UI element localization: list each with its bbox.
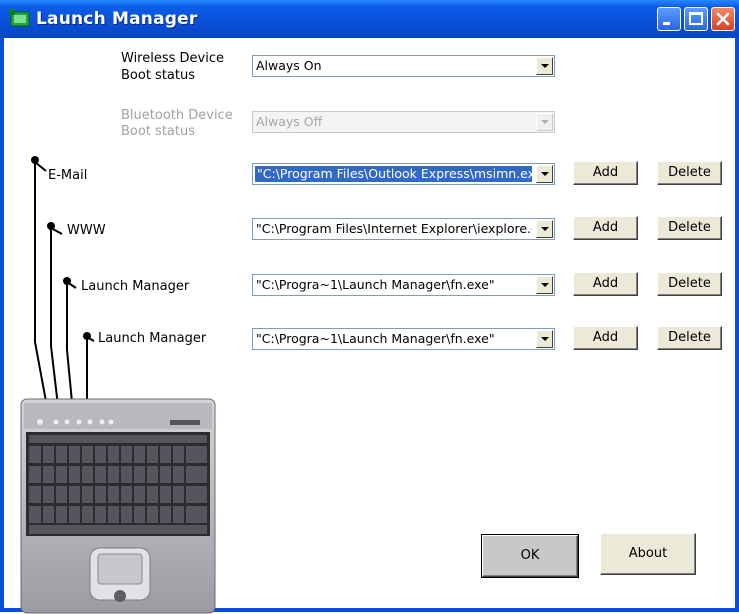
bluetooth-dropdown-button bbox=[536, 113, 553, 131]
key4-label: Launch Manager bbox=[98, 331, 207, 346]
bluetooth-label-line1: Bluetooth Device bbox=[121, 108, 233, 123]
wireless-label-line2: Boot status bbox=[121, 68, 196, 83]
dropdown-arrow-icon bbox=[541, 337, 549, 341]
maximize-button[interactable] bbox=[684, 7, 708, 31]
bluetooth-label-line2: Boot status bbox=[121, 124, 196, 139]
key2-label: WWW bbox=[67, 223, 106, 238]
wireless-dropdown-button[interactable] bbox=[536, 57, 553, 75]
launch-manager-app-icon bbox=[9, 9, 30, 27]
dropdown-arrow-icon bbox=[541, 172, 549, 176]
about-button[interactable]: About bbox=[600, 533, 696, 575]
key4-add-button[interactable]: Add bbox=[573, 326, 638, 350]
key4-path-value: "C:\Progra~1\Launch Manager\fn.exe" bbox=[256, 331, 495, 346]
key1-dropdown-button[interactable] bbox=[536, 165, 553, 183]
key1-path-select[interactable]: "C:\Program Files\Outlook Express\msimn.… bbox=[252, 163, 555, 185]
laptop-keyboard-image bbox=[20, 398, 216, 614]
wireless-label-line1: Wireless Device bbox=[121, 51, 224, 66]
dropdown-arrow-icon bbox=[541, 64, 549, 68]
bluetooth-status-select: Always Off bbox=[252, 111, 555, 133]
key1-path-value: "C:\Program Files\Outlook Express\msimn.… bbox=[255, 166, 532, 182]
maximize-icon bbox=[689, 12, 703, 25]
title-bar[interactable]: Launch Manager bbox=[0, 0, 739, 38]
wireless-status-value: Always On bbox=[256, 58, 322, 73]
key4-delete-button[interactable]: Delete bbox=[657, 326, 722, 350]
key3-delete-button[interactable]: Delete bbox=[657, 272, 722, 296]
wireless-status-select[interactable]: Always On bbox=[252, 55, 555, 77]
key2-path-value: "C:\Program Files\Internet Explorer\iexp… bbox=[256, 221, 532, 236]
key2-path-select[interactable]: "C:\Program Files\Internet Explorer\iexp… bbox=[252, 218, 555, 240]
minimize-icon bbox=[663, 22, 670, 25]
dropdown-arrow-icon bbox=[541, 227, 549, 231]
ok-button[interactable]: OK bbox=[481, 534, 579, 578]
key3-add-button[interactable]: Add bbox=[573, 272, 638, 296]
key3-path-select[interactable]: "C:\Progra~1\Launch Manager\fn.exe" bbox=[252, 274, 555, 296]
launch-manager-window: Launch Manager Wireless Device Boot stat… bbox=[0, 0, 739, 614]
key2-dropdown-button[interactable] bbox=[536, 220, 553, 238]
key4-path-select[interactable]: "C:\Progra~1\Launch Manager\fn.exe" bbox=[252, 328, 555, 350]
key2-delete-button[interactable]: Delete bbox=[657, 216, 722, 240]
minimize-button[interactable] bbox=[657, 7, 681, 31]
bluetooth-status-value: Always Off bbox=[256, 114, 323, 129]
key2-add-button[interactable]: Add bbox=[573, 216, 638, 240]
key1-label: E-Mail bbox=[48, 168, 88, 183]
key3-label: Launch Manager bbox=[81, 279, 190, 294]
key1-add-button[interactable]: Add bbox=[573, 161, 638, 185]
key4-dropdown-button[interactable] bbox=[536, 330, 553, 348]
close-icon bbox=[716, 12, 730, 26]
key3-path-value: "C:\Progra~1\Launch Manager\fn.exe" bbox=[256, 277, 495, 292]
key3-dropdown-button[interactable] bbox=[536, 276, 553, 294]
client-area: Wireless Device Boot status Always On Bl… bbox=[4, 38, 735, 614]
close-button[interactable] bbox=[711, 7, 735, 31]
dropdown-arrow-icon bbox=[541, 120, 549, 124]
window-title: Launch Manager bbox=[36, 9, 198, 29]
dropdown-arrow-icon bbox=[541, 283, 549, 287]
key1-delete-button[interactable]: Delete bbox=[657, 161, 722, 185]
